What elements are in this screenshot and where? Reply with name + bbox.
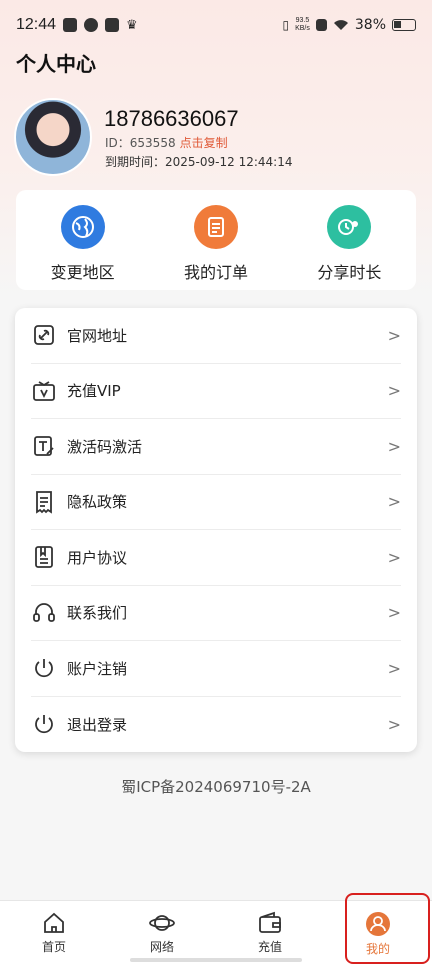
power-icon (31, 711, 57, 737)
chevron-right-icon: > (387, 714, 401, 734)
share-icon (327, 205, 372, 249)
chevron-right-icon: > (387, 658, 401, 678)
quick-action-share-time[interactable]: 分享时长 (283, 190, 416, 290)
wallet-icon (259, 911, 281, 933)
tab-recharge[interactable]: 充值 (216, 901, 324, 964)
app-icon (84, 18, 99, 32)
crown-icon: ♛ (126, 17, 138, 33)
settings-menu: 官网地址 > 充值VIP > 激活码激活 > 隐私政策 > 用户协议 > 联系我… (15, 308, 417, 752)
menu-item-agreement[interactable]: 用户协议 > (31, 530, 401, 586)
menu-item-vip[interactable]: 充值VIP > (31, 364, 401, 419)
quick-action-my-orders[interactable]: 我的订单 (149, 190, 282, 290)
menu-item-website[interactable]: 官网地址 > (31, 308, 401, 364)
wifi-icon (333, 20, 348, 30)
home-indicator (130, 958, 302, 962)
tab-network[interactable]: 网络 (108, 901, 216, 964)
planet-icon (149, 915, 175, 931)
agreement-icon (31, 544, 57, 570)
activation-code-icon (31, 433, 57, 459)
globe-icon (60, 205, 105, 249)
battery-percent: 38% (354, 17, 386, 33)
user-id-row: ID：653558 点击复制 (105, 136, 228, 150)
vip-icon (31, 378, 57, 404)
chevron-right-icon: > (387, 547, 401, 567)
mail-icon (105, 18, 120, 32)
chevron-right-icon: > (387, 381, 401, 401)
menu-item-delete-account[interactable]: 账户注销 > (31, 641, 401, 697)
no-sim-icon (315, 19, 327, 31)
copy-id-link[interactable]: 点击复制 (180, 136, 228, 150)
link-icon (31, 322, 57, 348)
quick-actions: 变更地区 我的订单 分享时长 (16, 190, 416, 290)
user-phone: 18786636067 (104, 106, 239, 131)
menu-item-contact[interactable]: 联系我们 > (31, 586, 401, 641)
orders-icon (193, 205, 238, 249)
chevron-right-icon: > (387, 492, 401, 512)
chevron-right-icon: > (387, 436, 401, 456)
quick-action-change-region[interactable]: 变更地区 (16, 190, 149, 290)
page-title: 个人中心 (16, 52, 96, 76)
status-bar: 12:44 ♛ ▯ 93.5 KB/s 38% (0, 0, 432, 50)
privacy-icon (31, 489, 57, 515)
expire-row: 到期时间：2025-09-12 12:44:14 (105, 155, 293, 169)
avatar[interactable] (14, 98, 92, 176)
menu-item-privacy[interactable]: 隐私政策 > (31, 475, 401, 530)
menu-item-logout[interactable]: 退出登录 > (31, 697, 401, 753)
menu-item-activation-code[interactable]: 激活码激活 > (31, 419, 401, 475)
chevron-right-icon: > (387, 603, 401, 623)
tiktok-icon (63, 18, 78, 32)
tab-home[interactable]: 首页 (0, 901, 108, 964)
vibrate-icon: ▯ (282, 18, 290, 32)
status-time: 12:44 (16, 16, 57, 33)
highlight-box (345, 893, 430, 964)
chevron-right-icon: > (387, 325, 401, 345)
expire-time: 2025-09-12 12:44:14 (165, 155, 293, 169)
user-id: 653558 (129, 136, 176, 150)
power-icon (31, 655, 57, 681)
battery-icon (392, 19, 416, 31)
icp-record: 蜀ICP备2024069710号-2A (121, 778, 311, 796)
headset-icon (31, 600, 57, 626)
network-speed: 93.5 KB/s (295, 17, 310, 32)
home-icon (44, 912, 64, 933)
